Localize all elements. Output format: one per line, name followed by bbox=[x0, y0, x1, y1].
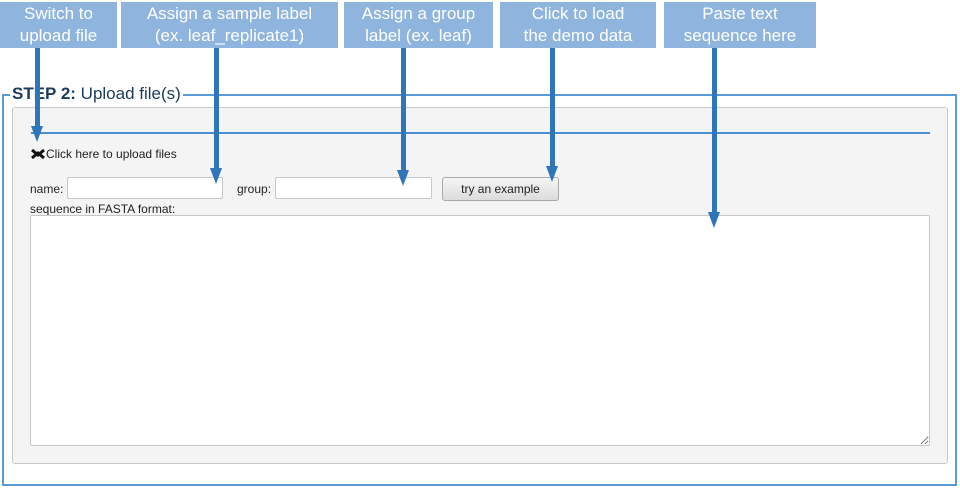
name-label: name: bbox=[30, 182, 64, 196]
sequence-label: sequence in FASTA format: bbox=[30, 202, 176, 216]
step-title: Upload file(s) bbox=[75, 84, 181, 103]
callout-text-line1: Assign a group bbox=[361, 4, 476, 23]
upload-toggle-link[interactable]: Click here to upload files bbox=[30, 146, 177, 162]
upload-toggle-label: Click here to upload files bbox=[46, 147, 177, 161]
callout-text-line2: (ex. leaf_replicate1) bbox=[154, 26, 305, 45]
callout-paste-sequence: Paste text sequence here bbox=[664, 2, 816, 48]
collapse-toggle-icon bbox=[30, 146, 46, 162]
divider bbox=[31, 132, 930, 134]
step-number: STEP 2: bbox=[12, 84, 76, 103]
callout-text-line2: label (ex. leaf) bbox=[365, 26, 472, 45]
callout-sample-label: Assign a sample label (ex. leaf_replicat… bbox=[121, 2, 338, 48]
name-input[interactable] bbox=[67, 177, 223, 199]
callout-text-line1: Switch to bbox=[24, 4, 93, 23]
callout-text-line1: Paste text bbox=[702, 4, 778, 23]
callout-text-line2: sequence here bbox=[683, 26, 797, 45]
callout-text-line1: Assign a sample label bbox=[146, 4, 313, 23]
sequence-textarea[interactable] bbox=[30, 215, 930, 446]
callout-demo-data: Click to load the demo data bbox=[500, 2, 656, 48]
callout-text-line2: upload file bbox=[19, 26, 98, 45]
callout-text-line2: the demo data bbox=[523, 26, 633, 45]
callout-switch-upload: Switch to upload file bbox=[0, 2, 117, 48]
try-example-button[interactable]: try an example bbox=[442, 177, 559, 201]
callout-group-label: Assign a group label (ex. leaf) bbox=[344, 2, 493, 48]
group-label: group: bbox=[237, 182, 272, 196]
callout-text-line1: Click to load bbox=[531, 4, 625, 23]
